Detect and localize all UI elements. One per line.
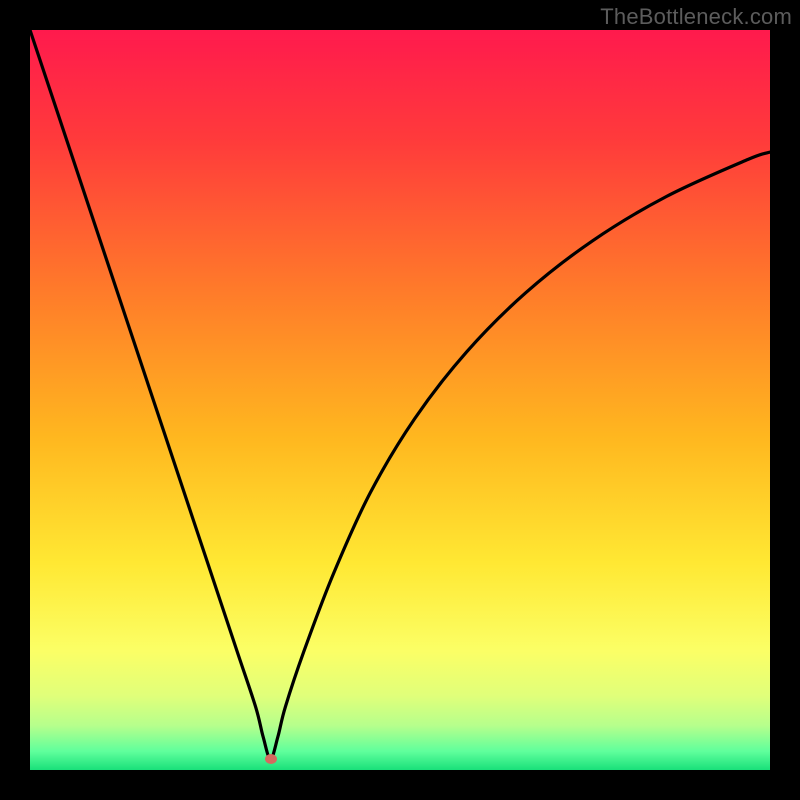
- watermark-text: TheBottleneck.com: [600, 4, 792, 30]
- outer-frame: TheBottleneck.com: [0, 0, 800, 800]
- optimum-marker: [265, 754, 277, 764]
- plot-area: [30, 30, 770, 770]
- bottleneck-curve: [30, 30, 770, 770]
